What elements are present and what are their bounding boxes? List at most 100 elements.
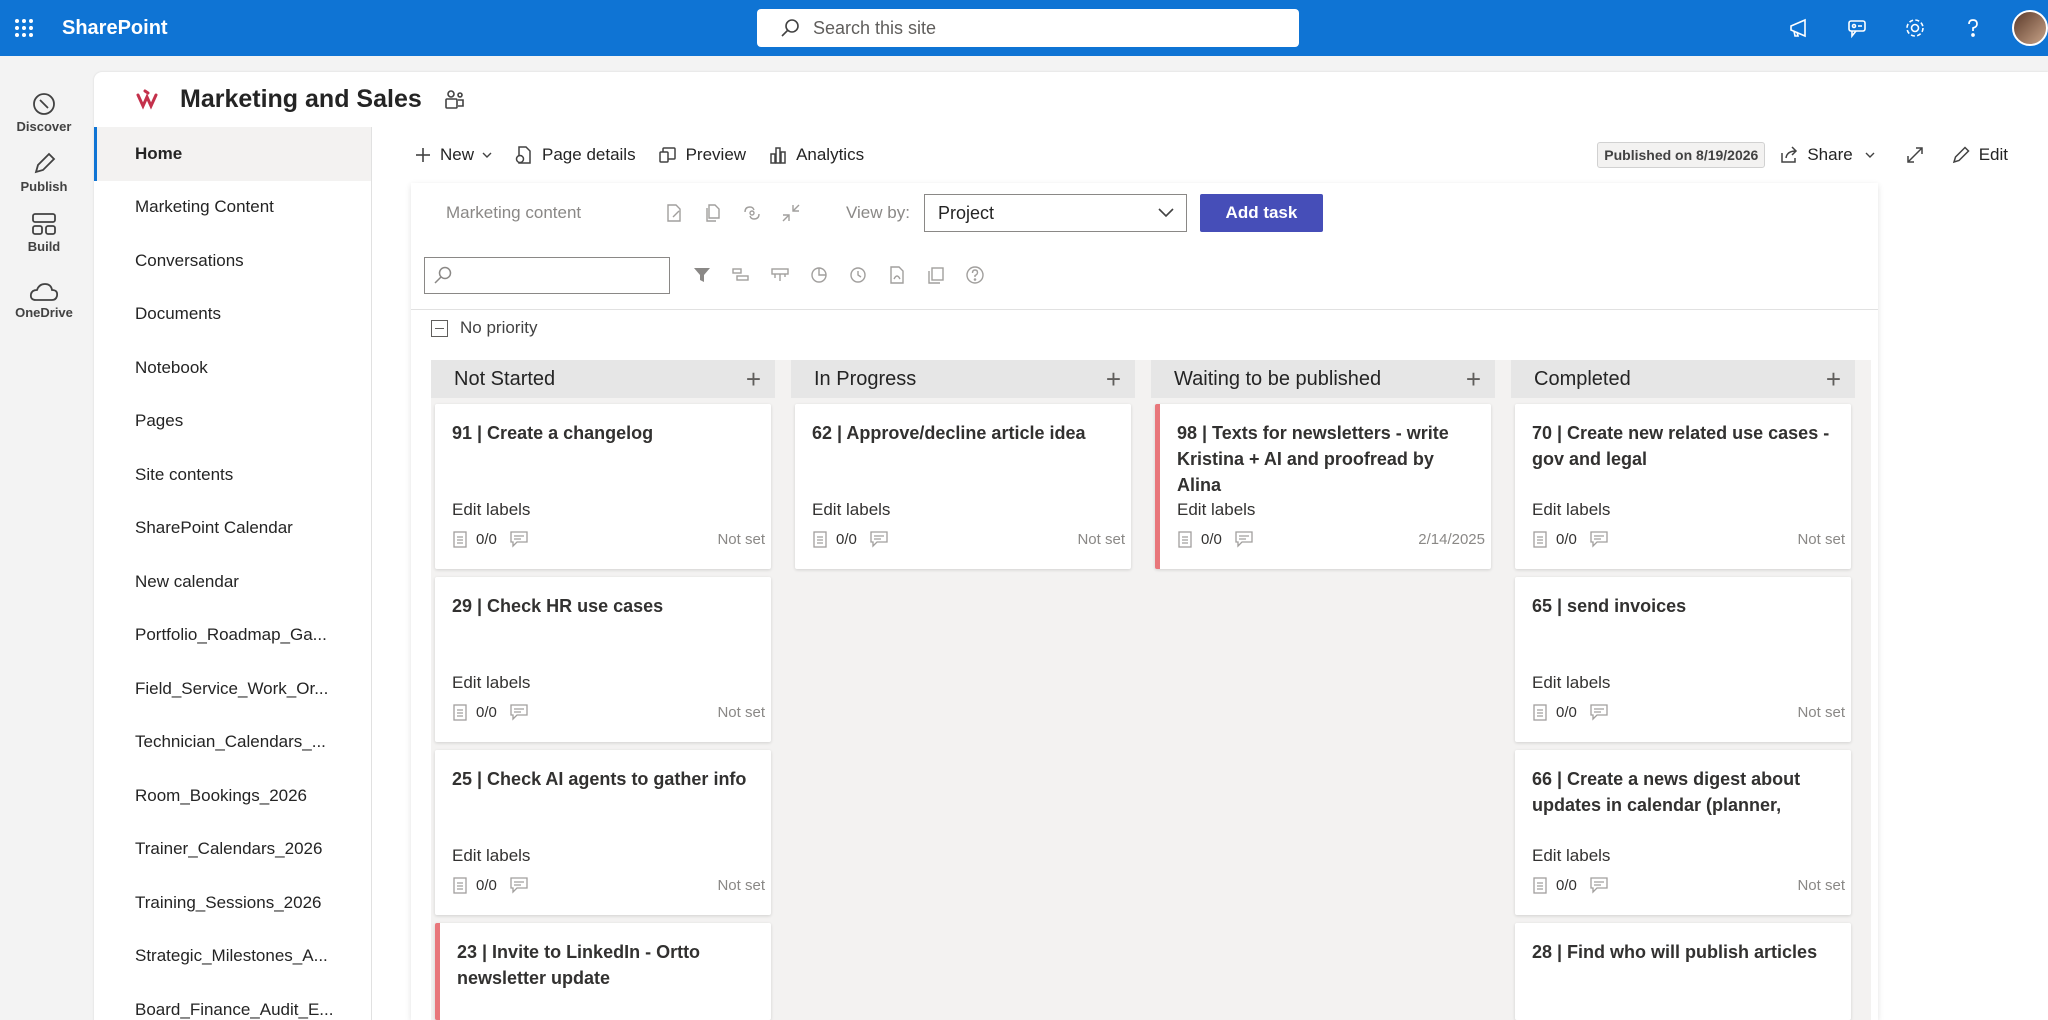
edit-plan-icon[interactable] <box>654 203 693 223</box>
board-column-in-progress: In Progress + 62 | Approve/decline artic… <box>791 360 1135 1020</box>
appbar-discover[interactable]: Discover <box>0 82 88 142</box>
task-card[interactable]: 23 | Invite to LinkedIn - Ortto newslett… <box>435 923 771 1020</box>
nav-item-site-contents[interactable]: Site contents <box>94 448 371 502</box>
nav-item-room-bookings[interactable]: Room_Bookings_2026 <box>94 769 371 823</box>
analytics-button[interactable]: Analytics <box>768 145 864 165</box>
task-card[interactable]: 91 | Create a changelog Edit labels 0/0 … <box>435 404 771 569</box>
task-card[interactable]: 29 | Check HR use cases Edit labels 0/0 … <box>435 577 771 742</box>
edit-labels-link[interactable]: Edit labels <box>1177 500 1255 520</box>
task-card[interactable]: 65 | send invoices Edit labels 0/0 Not s… <box>1515 577 1851 742</box>
group-icon[interactable] <box>721 265 760 285</box>
copy-icon[interactable] <box>693 203 732 223</box>
task-search-input[interactable] <box>424 256 670 294</box>
feedback-icon[interactable] <box>1828 0 1886 56</box>
nav-item-notebook[interactable]: Notebook <box>94 341 371 395</box>
add-card-icon[interactable]: + <box>746 366 761 392</box>
edit-labels-link[interactable]: Edit labels <box>812 500 890 520</box>
expand-button[interactable] <box>1905 145 1933 165</box>
search-placeholder: Search this site <box>813 17 937 38</box>
nav-item-marketing-content[interactable]: Marketing Content <box>94 181 371 235</box>
settings-gear-icon[interactable] <box>1886 0 1944 56</box>
comment-icon <box>1590 531 1608 548</box>
teams-icon[interactable] <box>442 89 466 111</box>
task-card[interactable]: 70 | Create new related use cases - gov … <box>1515 404 1851 569</box>
board-view-icon[interactable] <box>760 265 799 285</box>
column-header: Waiting to be published + <box>1151 360 1495 398</box>
app-name[interactable]: SharePoint <box>62 17 168 40</box>
nav-item-trainer-calendars[interactable]: Trainer_Calendars_2026 <box>94 823 371 877</box>
nav-item-technician-calendars[interactable]: Technician_Calendars_... <box>94 716 371 770</box>
share-icon <box>1781 146 1798 163</box>
nav-item-home[interactable]: Home <box>94 127 371 181</box>
priority-group-header[interactable]: No priority <box>431 318 537 338</box>
edit-labels-link[interactable]: Edit labels <box>1532 846 1610 866</box>
due-date: Not set <box>1077 530 1125 548</box>
collapse-toggle-icon[interactable] <box>431 319 448 337</box>
plus-icon <box>416 148 430 162</box>
add-task-button[interactable]: Add task <box>1199 194 1323 232</box>
duplicate-icon[interactable] <box>916 265 955 285</box>
checklist-count: 0/0 <box>476 876 497 894</box>
help-icon[interactable] <box>1944 0 2002 56</box>
link-icon[interactable] <box>732 203 771 223</box>
help-icon[interactable] <box>955 265 994 285</box>
app-launcher-icon[interactable] <box>0 0 48 56</box>
site-title[interactable]: Marketing and Sales <box>180 85 422 114</box>
task-card[interactable]: 25 | Check AI agents to gather info Edit… <box>435 750 771 915</box>
megaphone-icon[interactable] <box>1770 0 1828 56</box>
page-details-icon <box>515 146 531 164</box>
page-details-button[interactable]: Page details <box>514 145 636 165</box>
edit-labels-link[interactable]: Edit labels <box>1532 500 1610 520</box>
due-date: Not set <box>717 703 765 721</box>
task-card[interactable]: 98 | Texts for newsletters - write Krist… <box>1155 404 1491 569</box>
due-date: Not set <box>717 530 765 548</box>
appbar-build[interactable]: Build <box>0 202 88 262</box>
preview-button[interactable]: Preview <box>658 145 746 165</box>
pdf-icon[interactable] <box>877 265 916 285</box>
appbar-onedrive[interactable]: OneDrive <box>0 262 88 338</box>
due-date: Not set <box>717 876 765 894</box>
chart-view-icon[interactable] <box>799 265 838 285</box>
user-avatar[interactable] <box>2012 10 2048 46</box>
add-card-icon[interactable]: + <box>1826 366 1841 392</box>
edit-labels-link[interactable]: Edit labels <box>452 500 530 520</box>
edit-labels-link[interactable]: Edit labels <box>452 846 530 866</box>
nav-item-sharepoint-calendar[interactable]: SharePoint Calendar <box>94 502 371 556</box>
task-card[interactable]: 62 | Approve/decline article idea Edit l… <box>795 404 1131 569</box>
share-button[interactable]: Share <box>1779 145 1875 165</box>
view-by-select[interactable]: Project <box>923 194 1187 232</box>
add-card-icon[interactable]: + <box>1106 366 1121 392</box>
collapse-icon[interactable] <box>771 203 810 223</box>
nav-item-pages[interactable]: Pages <box>94 395 371 449</box>
page-details-label: Page details <box>542 145 636 164</box>
site-header: Marketing and Sales <box>94 72 2048 127</box>
checklist-count: 0/0 <box>836 530 857 548</box>
nav-item-conversations[interactable]: Conversations <box>94 234 371 288</box>
nav-item-board-finance[interactable]: Board_Finance_Audit_E... <box>94 983 371 1020</box>
new-button[interactable]: New <box>414 145 492 165</box>
nav-item-training-sessions[interactable]: Training_Sessions_2026 <box>94 876 371 930</box>
nav-item-new-calendar[interactable]: New calendar <box>94 555 371 609</box>
page-command-bar: New Page details Preview Analytics Publi… <box>372 127 2048 183</box>
nav-item-field-service[interactable]: Field_Service_Work_Or... <box>94 662 371 716</box>
search-input[interactable]: Search this site <box>757 9 1299 47</box>
add-card-icon[interactable]: + <box>1466 366 1481 392</box>
comment-icon <box>1590 704 1608 721</box>
appbar-publish[interactable]: Publish <box>0 142 88 202</box>
edit-labels-link[interactable]: Edit labels <box>452 673 530 693</box>
task-title: 65 | send invoices <box>1532 596 1687 616</box>
edit-button[interactable]: Edit <box>1951 145 2008 165</box>
nav-item-strategic-milestones[interactable]: Strategic_Milestones_A... <box>94 930 371 984</box>
task-card[interactable]: 66 | Create a news digest about updates … <box>1515 750 1851 915</box>
history-icon[interactable] <box>838 265 877 285</box>
column-header: In Progress + <box>791 360 1135 398</box>
site-logo-icon[interactable] <box>134 87 160 113</box>
planner-filter-bar <box>411 255 1878 295</box>
nav-item-portfolio-roadmap[interactable]: Portfolio_Roadmap_Ga... <box>94 609 371 663</box>
task-footer: 0/0 2/14/2025 <box>1177 528 1485 550</box>
task-footer: 0/0 Not set <box>452 874 765 896</box>
task-card[interactable]: 28 | Find who will publish articles <box>1515 923 1851 1020</box>
filter-icon[interactable] <box>682 265 721 285</box>
nav-item-documents[interactable]: Documents <box>94 288 371 342</box>
edit-labels-link[interactable]: Edit labels <box>1532 673 1610 693</box>
